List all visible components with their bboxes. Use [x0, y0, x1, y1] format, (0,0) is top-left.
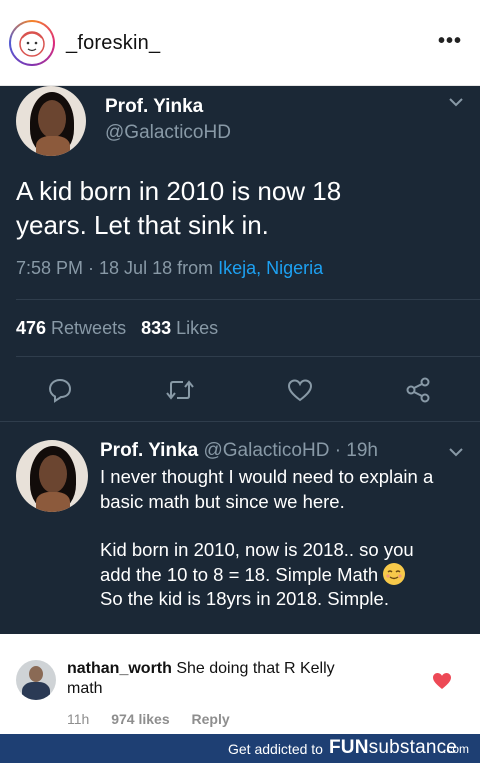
tweet-text: A kid born in 2010 is now 18 years. Let …	[16, 174, 456, 242]
reply-line: So the kid is 18yrs in 2018. Simple.	[100, 588, 389, 609]
tweet-meta: 7:58 PM · 18 Jul 18 from Ikeja, Nigeria	[16, 258, 323, 279]
retweet-button[interactable]	[162, 372, 198, 408]
share-icon	[406, 377, 430, 403]
tweet-author-avatar[interactable]	[16, 86, 86, 156]
comment-time: 11h	[67, 711, 90, 727]
comment-text: nathan_worth She doing that R Kelly	[67, 660, 335, 678]
likes-label[interactable]: Likes	[171, 318, 218, 338]
like-button[interactable]	[282, 372, 318, 408]
reply-text: I never thought I would need to explain …	[100, 465, 460, 612]
post-header: _foreskin_ •••	[0, 0, 480, 86]
retweets-label[interactable]: Retweets	[46, 318, 126, 338]
divider	[16, 299, 480, 300]
profile-avatar[interactable]	[9, 20, 55, 66]
chevron-down-icon[interactable]	[448, 96, 464, 108]
reply-author-avatar[interactable]	[16, 440, 88, 512]
comment-meta: 11h 974 likes Reply	[67, 711, 248, 727]
tweet-author-handle[interactable]: @GalacticoHD	[105, 122, 231, 144]
comment-like-heart-icon[interactable]	[432, 672, 452, 690]
retweet-icon	[166, 380, 194, 400]
tweet-timestamp: 7:58 PM · 18 Jul 18 from	[16, 258, 219, 278]
reply-line-text: add the 10 to 8 = 18. Simple Math	[100, 563, 379, 585]
tweet-text-line: A kid born in 2010 is now 18	[16, 176, 342, 206]
reply-button[interactable]	[42, 372, 78, 408]
reply-author-handle[interactable]: @GalacticoHD · 19h	[203, 440, 378, 461]
likes-count[interactable]: 833	[141, 318, 171, 338]
comment-likes[interactable]: 974 likes	[111, 711, 169, 727]
commenter-username[interactable]: nathan_worth	[67, 660, 172, 677]
retweets-count[interactable]: 476	[16, 318, 46, 338]
comment-body: She doing that R Kelly	[171, 660, 335, 677]
banner-text: Get addicted to	[228, 741, 323, 757]
tweet-text-line: years. Let that sink in.	[16, 210, 269, 240]
tweet-stats: 476 Retweets 833 Likes	[16, 318, 218, 339]
tweet-author-name[interactable]: Prof. Yinka	[105, 96, 203, 118]
relieved-face-emoji-icon	[383, 562, 406, 585]
reply-paragraph: I never thought I would need to explain …	[100, 466, 434, 512]
divider	[16, 356, 480, 357]
banner-domain: .com	[443, 742, 470, 756]
funsubstance-logo: FUNsubstance	[329, 737, 457, 759]
comment-body-continued: math	[67, 680, 103, 697]
tweet-location-link[interactable]: Ikeja, Nigeria	[218, 258, 323, 278]
more-options-icon[interactable]: •••	[438, 30, 462, 53]
watermark-banner: Get addicted to FUNsubstance .com	[0, 734, 480, 763]
post-username[interactable]: _foreskin_	[66, 32, 160, 55]
reply-line: Kid born in 2010, now is 2018.. so you	[100, 539, 414, 560]
comment-reply-button[interactable]: Reply	[192, 711, 230, 727]
reply-line: add the 10 to 8 = 18. Simple Math	[100, 562, 460, 588]
share-button[interactable]	[400, 372, 436, 408]
heart-icon	[287, 379, 313, 402]
chevron-down-icon[interactable]	[448, 446, 464, 458]
reply-header: Prof. Yinka @GalacticoHD · 19h	[100, 440, 378, 462]
cartoon-avatar-icon	[19, 31, 45, 57]
tweet-actions	[0, 372, 480, 408]
commenter-avatar[interactable]	[16, 660, 56, 700]
reply-author-name[interactable]: Prof. Yinka	[100, 440, 198, 461]
reply-icon	[48, 378, 72, 403]
logo-fun: FUN	[329, 737, 369, 758]
